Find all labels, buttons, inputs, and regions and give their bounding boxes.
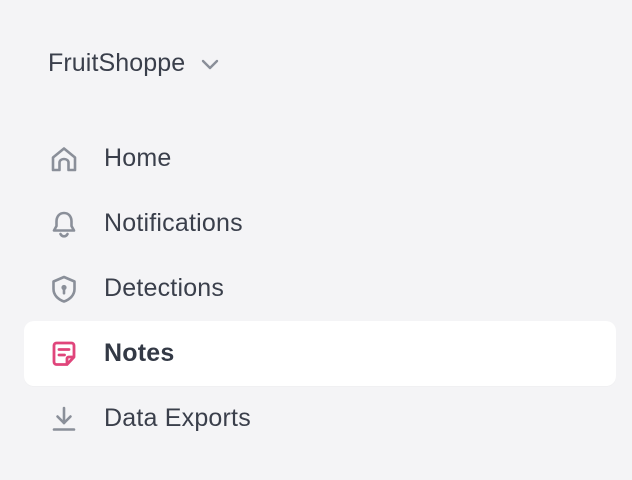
home-icon (48, 143, 80, 175)
sidebar-item-detections[interactable]: Detections (24, 256, 616, 321)
chevron-down-icon (199, 53, 221, 75)
sidebar-item-data-exports[interactable]: Data Exports (24, 386, 616, 451)
sidebar-item-label: Data Exports (104, 404, 251, 432)
sidebar-item-label: Notifications (104, 209, 243, 237)
sidebar-item-label: Detections (104, 274, 225, 302)
bell-icon (48, 208, 80, 240)
notes-icon (48, 338, 80, 370)
shield-icon (48, 273, 80, 305)
sidebar-item-notes[interactable]: Notes (24, 321, 616, 386)
sidebar-item-label: Notes (104, 339, 175, 367)
workspace-switcher[interactable]: FruitShoppe (48, 44, 221, 82)
workspace-name: FruitShoppe (48, 48, 186, 77)
sidebar-item-notifications[interactable]: Notifications (24, 191, 616, 256)
sidebar-item-home[interactable]: Home (24, 126, 616, 191)
sidebar-nav: Home Notifications Detections Notes Data… (24, 126, 616, 451)
download-icon (48, 403, 80, 435)
sidebar-item-label: Home (104, 144, 172, 172)
